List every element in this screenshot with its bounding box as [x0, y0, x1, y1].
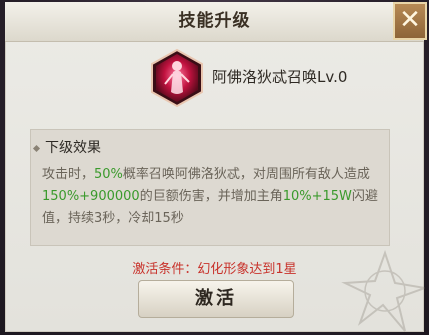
effect-value-damage: 150%+900000	[42, 189, 140, 204]
ornament-star-icon	[341, 249, 425, 332]
close-icon: ✕	[399, 5, 421, 35]
effect-header-label: 下级效果	[45, 140, 101, 156]
skill-icon	[147, 48, 207, 108]
effect-text-segment: 的巨额伤害，并增加主角	[139, 189, 283, 204]
effect-text-segment: 概率召唤阿佛洛狄忒，对周围所有敌人造成	[122, 167, 370, 182]
effect-description: 攻击时，50%概率召唤阿佛洛狄忒，对周围所有敌人造成 150%+900000的巨额…	[42, 164, 382, 230]
effect-text-segment: 攻击时，	[42, 167, 95, 182]
activate-button[interactable]: 激活	[138, 280, 294, 318]
effect-value-chance: 50%	[94, 167, 123, 182]
bullet-diamond-icon	[32, 144, 41, 152]
skill-name: 阿佛洛狄忒召唤Lv.0	[212, 68, 348, 86]
summon-figure-icon	[151, 48, 203, 108]
dialog-title: 技能升级	[178, 11, 251, 31]
close-button[interactable]: ✕	[393, 2, 427, 40]
effect-value-dodge: 10%+15W	[282, 189, 352, 204]
effect-header: 下级效果	[32, 138, 101, 158]
